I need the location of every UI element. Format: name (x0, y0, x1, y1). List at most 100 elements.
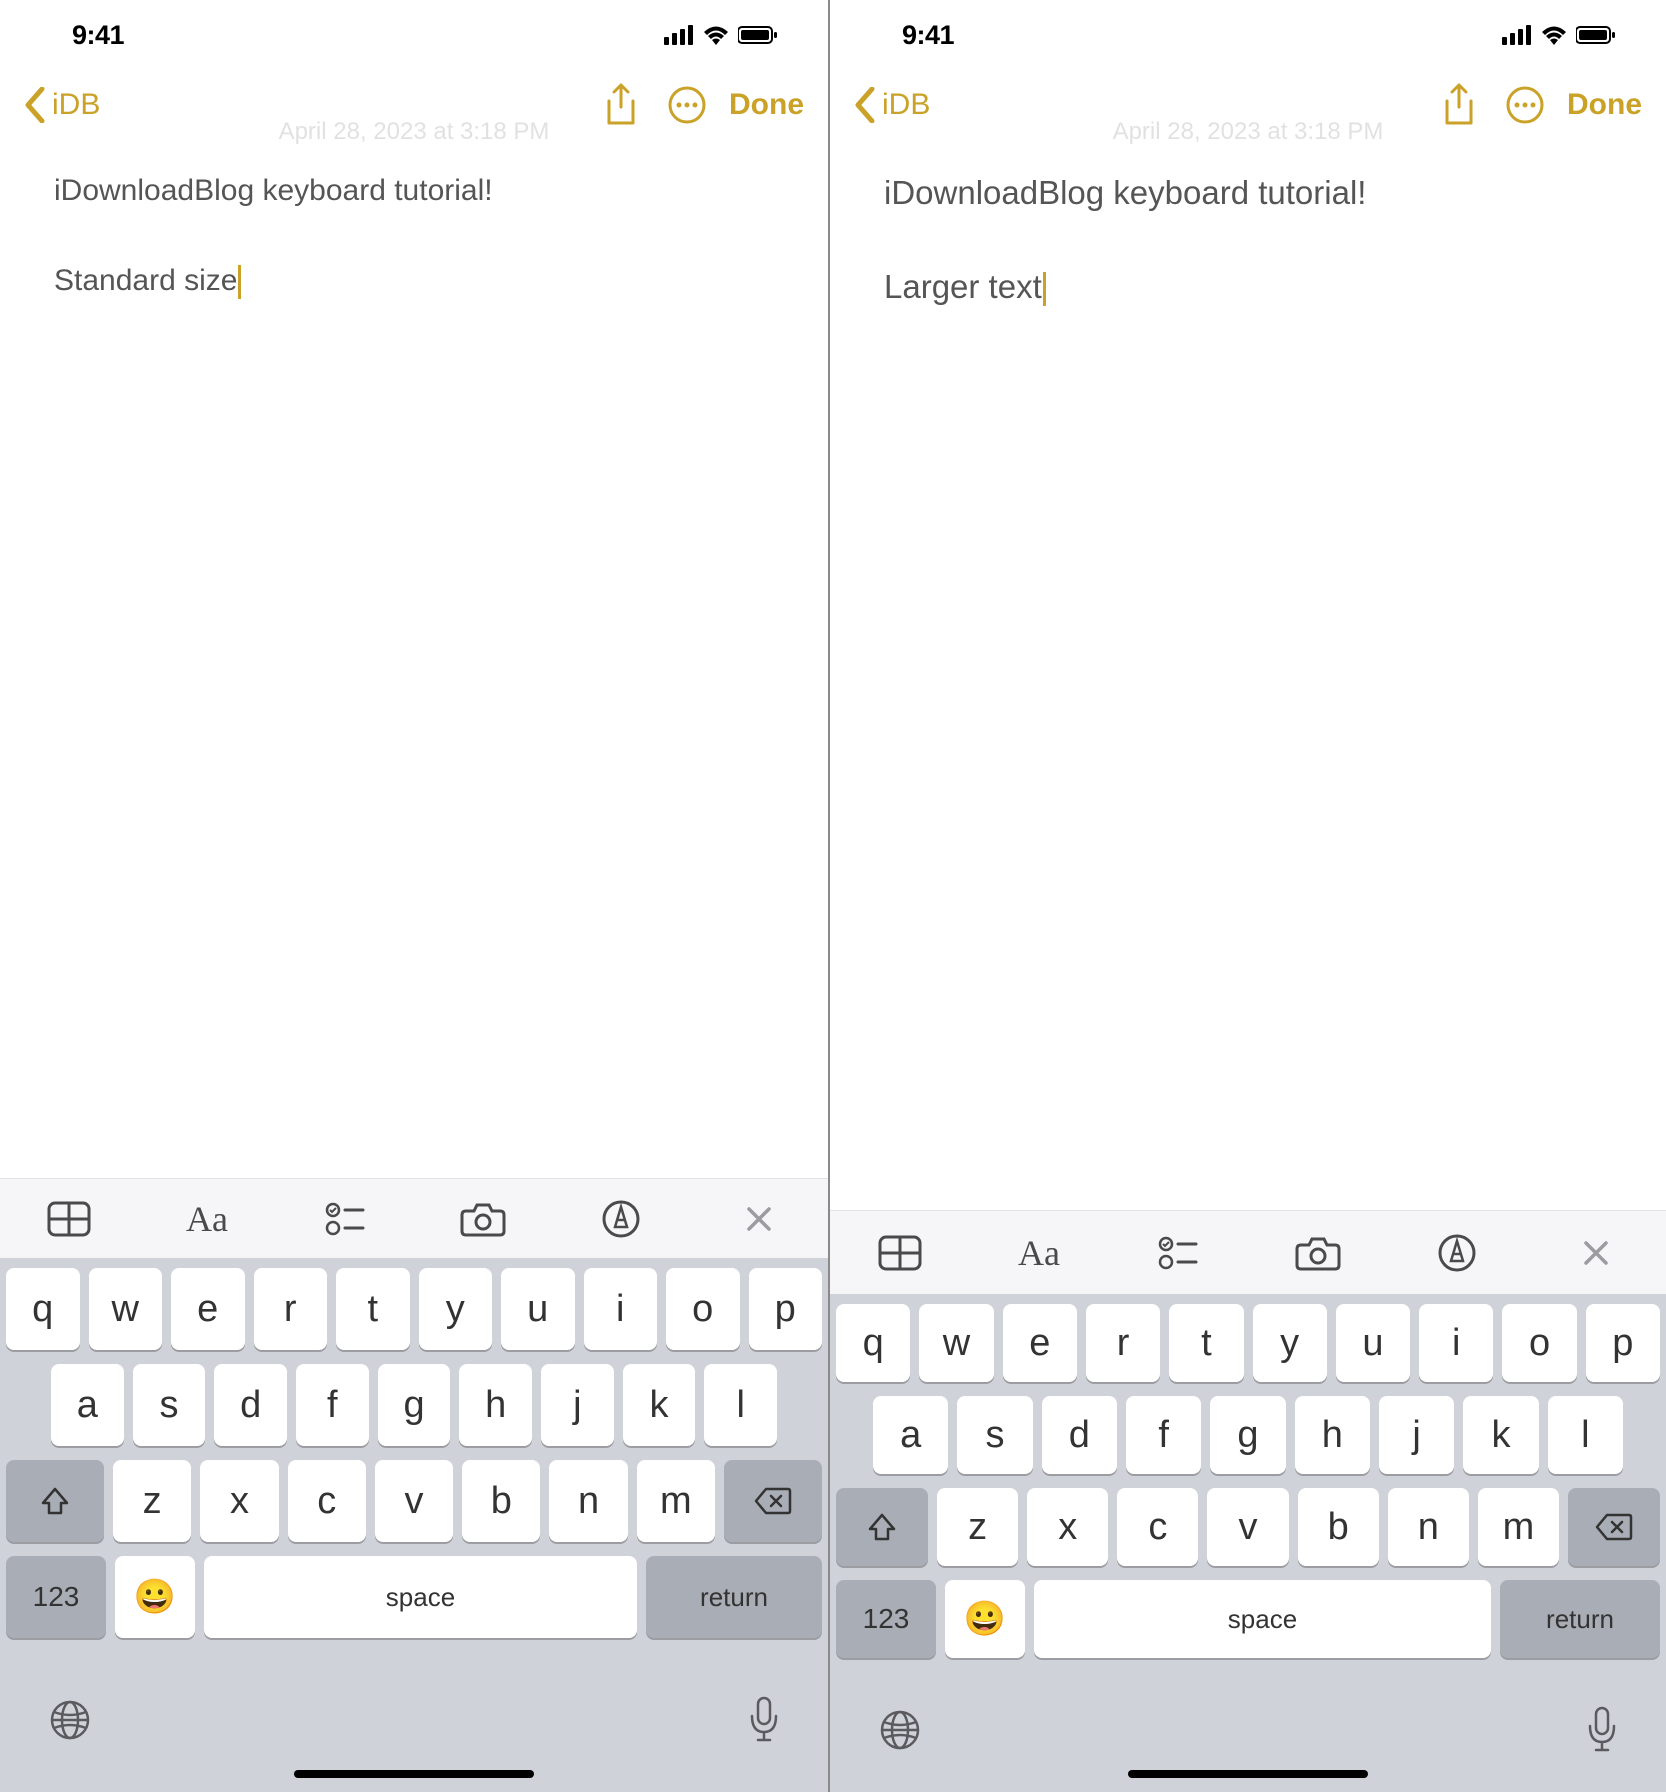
markup-button[interactable] (1421, 1225, 1493, 1281)
key-b[interactable]: b (1298, 1488, 1379, 1566)
camera-button[interactable] (1282, 1225, 1354, 1281)
key-l[interactable]: l (1548, 1396, 1623, 1474)
key-l[interactable]: l (704, 1364, 777, 1446)
mic-icon (748, 1696, 780, 1744)
note-content[interactable]: April 28, 2023 at 3:18 PM iDownloadBlog … (0, 140, 828, 1178)
key-delete[interactable] (1568, 1488, 1660, 1566)
more-button[interactable] (1501, 81, 1549, 129)
home-indicator[interactable] (294, 1770, 534, 1778)
key-e[interactable]: e (171, 1268, 245, 1350)
key-n[interactable]: n (1388, 1488, 1469, 1566)
key-f[interactable]: f (296, 1364, 369, 1446)
pencil-circle-icon (1437, 1233, 1477, 1273)
key-o[interactable]: o (666, 1268, 740, 1350)
key-v[interactable]: v (1207, 1488, 1288, 1566)
more-button[interactable] (663, 81, 711, 129)
checklist-button[interactable] (309, 1191, 381, 1247)
key-o[interactable]: o (1502, 1304, 1576, 1382)
table-button[interactable] (33, 1191, 105, 1247)
home-indicator[interactable] (1128, 1770, 1368, 1778)
key-r[interactable]: r (254, 1268, 328, 1350)
key-s[interactable]: s (957, 1396, 1032, 1474)
mic-icon (1586, 1706, 1618, 1754)
key-g[interactable]: g (1210, 1396, 1285, 1474)
markup-button[interactable] (585, 1191, 657, 1247)
key-k[interactable]: k (1463, 1396, 1538, 1474)
close-toolbar-button[interactable] (723, 1191, 795, 1247)
done-button[interactable]: Done (729, 88, 804, 122)
key-123[interactable]: 123 (836, 1580, 936, 1658)
key-f[interactable]: f (1126, 1396, 1201, 1474)
key-e[interactable]: e (1003, 1304, 1077, 1382)
key-c[interactable]: c (288, 1460, 366, 1542)
key-return[interactable]: return (1500, 1580, 1660, 1658)
key-return[interactable]: return (646, 1556, 822, 1638)
key-v[interactable]: v (375, 1460, 453, 1542)
key-shift[interactable] (6, 1460, 104, 1542)
key-q[interactable]: q (836, 1304, 910, 1382)
text-format-button[interactable]: Aa (171, 1191, 243, 1247)
back-button[interactable]: iDB (854, 87, 930, 123)
back-button[interactable]: iDB (24, 87, 100, 123)
key-d[interactable]: d (1042, 1396, 1117, 1474)
done-button[interactable]: Done (1567, 88, 1642, 122)
globe-button[interactable] (48, 1698, 92, 1747)
key-p[interactable]: p (749, 1268, 823, 1350)
key-a[interactable]: a (51, 1364, 124, 1446)
dictation-button[interactable] (748, 1696, 780, 1749)
key-d[interactable]: d (214, 1364, 287, 1446)
checklist-button[interactable] (1142, 1225, 1214, 1281)
key-x[interactable]: x (1027, 1488, 1108, 1566)
key-z[interactable]: z (113, 1460, 191, 1542)
key-w[interactable]: w (89, 1268, 163, 1350)
key-m[interactable]: m (637, 1460, 715, 1542)
key-emoji[interactable]: 😀 (945, 1580, 1025, 1658)
key-emoji[interactable]: 😀 (115, 1556, 195, 1638)
key-123[interactable]: 123 (6, 1556, 106, 1638)
pencil-circle-icon (601, 1199, 641, 1239)
key-u[interactable]: u (1336, 1304, 1410, 1382)
key-b[interactable]: b (462, 1460, 540, 1542)
key-n[interactable]: n (549, 1460, 627, 1542)
key-space[interactable]: space (204, 1556, 637, 1638)
key-w[interactable]: w (919, 1304, 993, 1382)
key-x[interactable]: x (200, 1460, 278, 1542)
key-g[interactable]: g (378, 1364, 451, 1446)
key-y[interactable]: y (419, 1268, 493, 1350)
key-j[interactable]: j (541, 1364, 614, 1446)
key-u[interactable]: u (501, 1268, 575, 1350)
key-y[interactable]: y (1253, 1304, 1327, 1382)
kb-row-2: a s d f g h j k l (836, 1396, 1660, 1474)
close-toolbar-button[interactable] (1560, 1225, 1632, 1281)
key-space[interactable]: space (1034, 1580, 1491, 1658)
table-button[interactable] (864, 1225, 936, 1281)
key-c[interactable]: c (1117, 1488, 1198, 1566)
key-s[interactable]: s (133, 1364, 206, 1446)
key-p[interactable]: p (1586, 1304, 1660, 1382)
key-k[interactable]: k (623, 1364, 696, 1446)
emoji-icon: 😀 (134, 1577, 176, 1617)
globe-button[interactable] (878, 1708, 922, 1757)
key-h[interactable]: h (459, 1364, 532, 1446)
key-t[interactable]: t (1169, 1304, 1243, 1382)
key-r[interactable]: r (1086, 1304, 1160, 1382)
key-t[interactable]: t (336, 1268, 410, 1350)
share-button[interactable] (1435, 81, 1483, 129)
share-button[interactable] (597, 81, 645, 129)
text-format-button[interactable]: Aa (1003, 1225, 1075, 1281)
key-delete[interactable] (724, 1460, 822, 1542)
note-content[interactable]: April 28, 2023 at 3:18 PM iDownloadBlog … (830, 140, 1666, 1210)
key-z[interactable]: z (937, 1488, 1018, 1566)
key-m[interactable]: m (1478, 1488, 1559, 1566)
key-shift[interactable] (836, 1488, 928, 1566)
key-h[interactable]: h (1295, 1396, 1370, 1474)
key-a[interactable]: a (873, 1396, 948, 1474)
key-i[interactable]: i (1419, 1304, 1493, 1382)
checklist-icon (1158, 1236, 1198, 1270)
key-i[interactable]: i (584, 1268, 658, 1350)
key-j[interactable]: j (1379, 1396, 1454, 1474)
camera-button[interactable] (447, 1191, 519, 1247)
key-q[interactable]: q (6, 1268, 80, 1350)
share-icon (603, 83, 639, 127)
dictation-button[interactable] (1586, 1706, 1618, 1759)
